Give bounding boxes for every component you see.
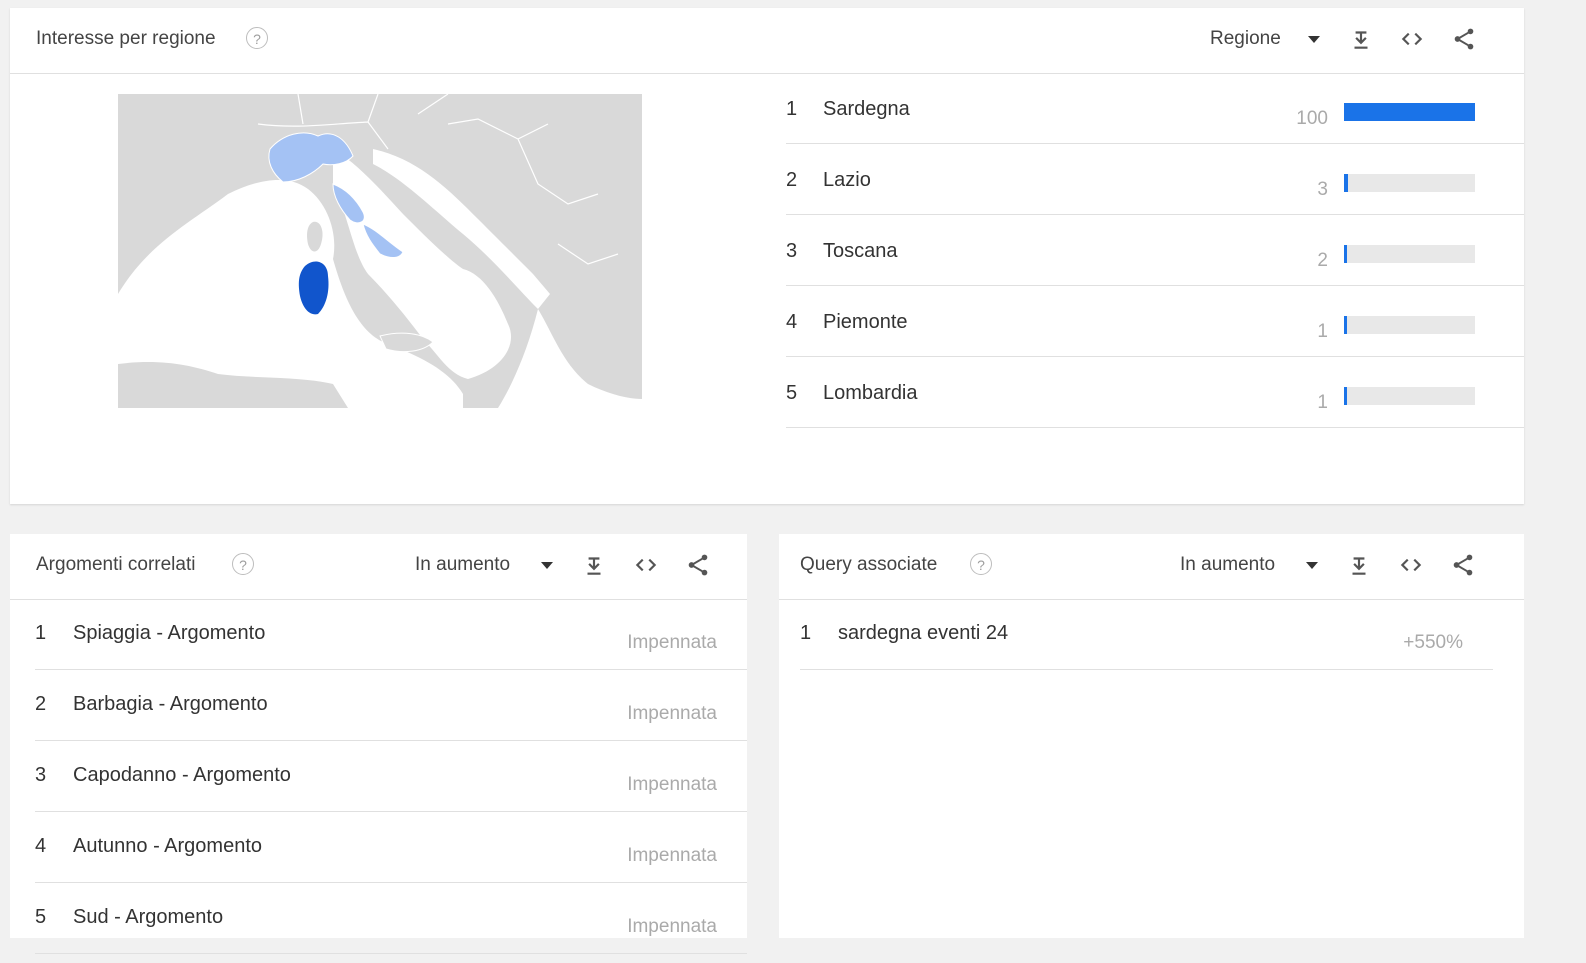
item-name[interactable]: sardegna eventi 24 <box>838 599 1008 667</box>
item-trend-value: +550% <box>1403 632 1463 653</box>
region-row[interactable]: 2 Lazio 3 <box>786 144 1524 215</box>
related-topics-card: Argomenti correlati ? In aumento 1 Spiagg… <box>10 534 747 954</box>
topics-card-title: Argomenti correlati <box>36 554 196 575</box>
share-icon[interactable] <box>1450 552 1476 578</box>
queries-card-header: Query associate ? In aumento <box>779 534 1524 600</box>
list-item[interactable]: 4 Autunno - Argomento Impennata <box>35 812 747 883</box>
item-name[interactable]: Autunno - Argomento <box>73 812 262 880</box>
item-name[interactable]: Capodanno - Argomento <box>73 741 291 809</box>
region-interest-card: Interesse per regione ? Regione 1 Sardeg… <box>10 8 1524 504</box>
region-card-title: Interesse per regione <box>36 28 216 49</box>
related-queries-list: 1 sardegna eventi 24 +550% <box>800 599 1493 670</box>
page-background-strip <box>1524 0 1586 938</box>
item-rank: 5 <box>35 906 47 928</box>
interest-bar-fill <box>1344 387 1347 405</box>
region-resolution-select[interactable]: Regione <box>1210 8 1281 70</box>
item-name[interactable]: Spiaggia - Argomento <box>73 599 265 667</box>
list-item[interactable]: 2 Barbagia - Argomento Impennata <box>35 670 747 741</box>
rank-number: 3 <box>786 240 798 262</box>
interest-bar <box>1344 387 1475 405</box>
item-trend-value: Impennata <box>627 845 717 866</box>
interest-bar <box>1344 103 1475 121</box>
topics-controls: In aumento <box>415 534 735 596</box>
item-trend-value: Impennata <box>627 703 717 724</box>
region-ranking-list: 1 Sardegna 100 2 Lazio 3 3 Toscana 2 4 Piemonte 1 5 L… <box>786 73 1524 428</box>
region-name[interactable]: Lazio <box>823 144 871 216</box>
embed-icon[interactable] <box>633 552 659 578</box>
related-topics-list: 1 Spiaggia - Argomento Impennata 2 Barbagia … <box>35 599 747 954</box>
rank-number: 2 <box>786 169 798 191</box>
interest-bar <box>1344 316 1475 334</box>
download-icon[interactable] <box>581 552 607 578</box>
interest-bar <box>1344 174 1475 192</box>
region-name[interactable]: Lombardia <box>823 357 918 429</box>
region-map[interactable] <box>118 94 642 408</box>
region-name[interactable]: Sardegna <box>823 73 910 145</box>
list-item[interactable]: 3 Capodanno - Argomento Impennata <box>35 741 747 812</box>
queries-controls: In aumento <box>1180 534 1500 596</box>
topics-filter-select[interactable]: In aumento <box>415 534 510 596</box>
region-row[interactable]: 3 Toscana 2 <box>786 215 1524 286</box>
region-controls: Regione <box>1210 8 1500 70</box>
region-row[interactable]: 1 Sardegna 100 <box>786 73 1524 144</box>
rank-number: 4 <box>786 311 798 333</box>
item-rank: 1 <box>35 622 47 644</box>
item-rank: 2 <box>35 693 47 715</box>
item-rank: 1 <box>800 622 812 644</box>
interest-bar-fill <box>1344 103 1475 121</box>
item-rank: 4 <box>35 835 47 857</box>
download-icon[interactable] <box>1348 26 1374 52</box>
share-icon[interactable] <box>1451 26 1477 52</box>
list-item[interactable]: 5 Sud - Argomento Impennata <box>35 883 747 954</box>
item-trend-value: Impennata <box>627 774 717 795</box>
interest-bar <box>1344 245 1475 263</box>
embed-icon[interactable] <box>1399 26 1425 52</box>
rank-number: 5 <box>786 382 798 404</box>
region-row[interactable]: 4 Piemonte 1 <box>786 286 1524 357</box>
interest-bar-fill <box>1344 245 1347 263</box>
item-rank: 3 <box>35 764 47 786</box>
chevron-down-icon[interactable] <box>541 562 553 569</box>
queries-filter-select[interactable]: In aumento <box>1180 534 1275 596</box>
help-icon[interactable]: ? <box>232 553 254 575</box>
help-icon[interactable]: ? <box>246 27 268 49</box>
item-name[interactable]: Barbagia - Argomento <box>73 670 268 738</box>
download-icon[interactable] <box>1346 552 1372 578</box>
list-item[interactable]: 1 Spiaggia - Argomento Impennata <box>35 599 747 670</box>
embed-icon[interactable] <box>1398 552 1424 578</box>
region-name[interactable]: Piemonte <box>823 286 908 358</box>
region-name[interactable]: Toscana <box>823 215 898 287</box>
item-trend-value: Impennata <box>627 916 717 937</box>
help-icon[interactable]: ? <box>970 553 992 575</box>
list-item[interactable]: 1 sardegna eventi 24 +550% <box>800 599 1493 670</box>
item-trend-value: Impennata <box>627 632 717 653</box>
chevron-down-icon[interactable] <box>1306 562 1318 569</box>
rank-number: 1 <box>786 98 798 120</box>
interest-bar-fill <box>1344 316 1347 334</box>
interest-value: 1 <box>1317 392 1328 413</box>
chevron-down-icon[interactable] <box>1308 36 1320 43</box>
queries-card-title: Query associate <box>800 554 938 575</box>
item-name[interactable]: Sud - Argomento <box>73 883 223 951</box>
region-row[interactable]: 5 Lombardia 1 <box>786 357 1524 428</box>
region-card-header: Interesse per regione ? Regione <box>10 8 1524 74</box>
share-icon[interactable] <box>685 552 711 578</box>
interest-bar-fill <box>1344 174 1348 192</box>
related-queries-card: Query associate ? In aumento 1 sardegna e… <box>779 534 1524 938</box>
topics-card-header: Argomenti correlati ? In aumento <box>10 534 747 600</box>
